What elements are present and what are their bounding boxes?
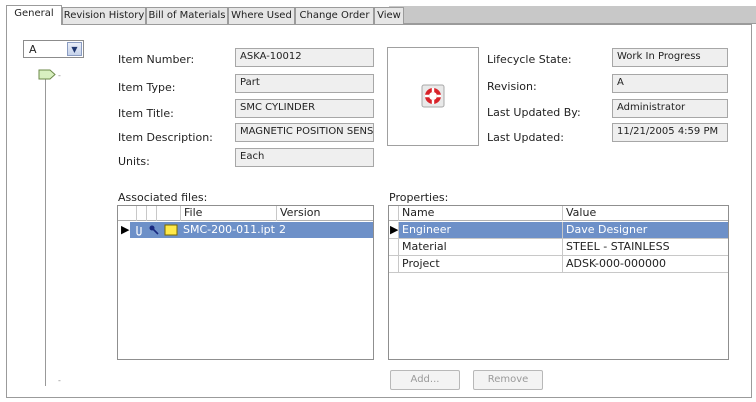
tab-change-order[interactable]: Change Order — [295, 7, 374, 24]
slider-tick-top-icon: - — [58, 71, 61, 80]
item-thumbnail — [387, 47, 479, 146]
property-name-cell: Engineer — [398, 222, 562, 238]
header-spacer — [146, 206, 156, 221]
tab-bill-of-materials[interactable]: Bill of Materials — [146, 7, 228, 24]
revision-select[interactable]: A ▼ — [23, 40, 84, 58]
table-row[interactable]: Material STEEL - STAINLESS — [389, 239, 728, 256]
table-row[interactable]: Project ADSK-000-000000 — [389, 256, 728, 273]
last-updated-field: 11/21/2005 4:59 PM — [612, 123, 728, 142]
table-row[interactable]: ▶ Engineer Dave Designer — [389, 222, 728, 239]
property-value-cell: Dave Designer — [562, 222, 728, 238]
tab-bar-background — [389, 6, 756, 24]
tab-where-used[interactable]: Where Used — [228, 7, 295, 24]
last-updated-label: Last Updated: — [487, 131, 564, 144]
item-description-field: MAGNETIC POSITION SENS( — [235, 123, 374, 142]
row-pointer-icon: ▶ — [389, 222, 399, 238]
item-type-label: Item Type: — [118, 81, 176, 94]
chevron-down-icon[interactable]: ▼ — [67, 42, 82, 56]
version-column-header[interactable]: Version — [276, 206, 373, 221]
version-cell: 2 — [279, 223, 286, 236]
associated-files-title: Associated files: — [118, 191, 208, 204]
file-cell: SMC-200-011.ipt — [183, 223, 275, 236]
lifebuoy-icon — [421, 84, 445, 108]
name-column-header[interactable]: Name — [398, 206, 562, 221]
last-updated-by-label: Last Updated By: — [487, 106, 581, 119]
lifecycle-state-label: Lifecycle State: — [487, 53, 572, 66]
part-file-icon — [164, 224, 178, 236]
property-name-cell: Material — [398, 239, 562, 255]
file-column-header[interactable]: File — [180, 206, 276, 221]
add-button[interactable]: Add... — [390, 370, 460, 390]
properties-title: Properties: — [389, 191, 449, 204]
lifecycle-state-field: Work In Progress — [612, 48, 728, 67]
item-number-label: Item Number: — [118, 53, 195, 66]
property-value-cell: ADSK-000-000000 — [562, 256, 728, 272]
properties-grid: Name Value ▶ Engineer Dave Designer Mate… — [388, 205, 729, 360]
value-column-header[interactable]: Value — [562, 206, 728, 221]
revision-slider-track[interactable] — [45, 74, 46, 386]
units-field: Each — [235, 148, 374, 167]
item-title-field: SMC CYLINDER — [235, 99, 374, 118]
tab-bar: General Revision History Bill of Materia… — [0, 0, 756, 25]
table-row[interactable]: ▶ SMC-200-011.ipt 2 — [118, 222, 373, 238]
item-title-label: Item Title: — [118, 107, 174, 120]
property-value-cell: STEEL - STAINLESS — [562, 239, 728, 255]
tab-general[interactable]: General — [6, 5, 62, 25]
associated-files-grid: File Version ▶ SMC-200-011.ipt 2 — [117, 205, 374, 360]
tab-view[interactable]: View — [374, 7, 404, 24]
item-description-label: Item Description: — [118, 131, 213, 144]
revision-select-value: A — [29, 43, 37, 56]
header-spacer — [156, 206, 166, 221]
header-spacer — [136, 206, 146, 221]
row-pointer-icon: ▶ — [118, 222, 130, 238]
slider-thumb-icon[interactable] — [38, 69, 56, 80]
last-updated-by-field: Administrator — [612, 99, 728, 118]
revision-label: Revision: — [487, 80, 537, 93]
slider-tick-bottom-icon: - — [58, 376, 61, 385]
item-number-field: ASKA-10012 — [235, 48, 374, 67]
item-type-field: Part — [235, 74, 374, 93]
remove-button[interactable]: Remove — [473, 370, 543, 390]
revision-field: A — [612, 74, 728, 93]
key-icon — [149, 225, 159, 235]
property-name-cell: Project — [398, 256, 562, 272]
attachment-icon — [136, 226, 142, 236]
units-label: Units: — [118, 155, 150, 168]
associated-files-header: File Version — [118, 206, 373, 221]
tab-revision-history[interactable]: Revision History — [62, 7, 146, 24]
properties-header: Name Value — [389, 206, 728, 221]
